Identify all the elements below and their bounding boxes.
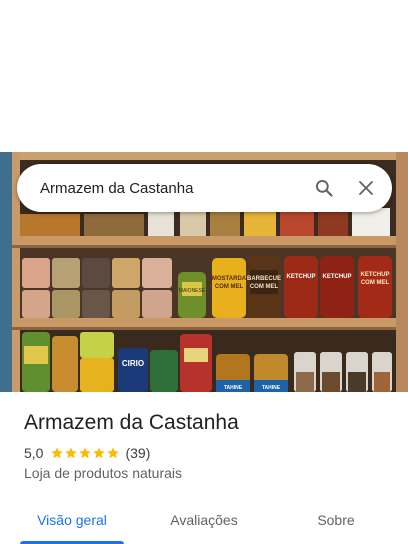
rating-value: 5,0 bbox=[24, 445, 44, 461]
search-bar bbox=[17, 164, 392, 212]
tab-overview[interactable]: Visão geral bbox=[20, 496, 124, 544]
star-icon bbox=[79, 447, 92, 459]
map-blank-area bbox=[0, 0, 408, 152]
svg-text:COM MEL: COM MEL bbox=[250, 284, 279, 290]
tab-about[interactable]: Sobre bbox=[284, 496, 388, 544]
clear-search-button[interactable] bbox=[346, 168, 386, 208]
search-icon bbox=[315, 179, 333, 197]
close-icon bbox=[359, 181, 373, 195]
tahine-label-2: TAHINE bbox=[262, 385, 281, 391]
star-icon bbox=[107, 447, 120, 459]
rating-row[interactable]: 5,0 (39) bbox=[24, 445, 150, 461]
place-tabs: Visão geral Avaliações Sobre bbox=[0, 496, 408, 544]
barbecue-label: BARBECUE bbox=[247, 276, 281, 282]
star-rating bbox=[50, 446, 120, 460]
search-button[interactable] bbox=[304, 168, 344, 208]
svg-text:COM MEL: COM MEL bbox=[361, 280, 390, 286]
search-input[interactable] bbox=[17, 164, 304, 212]
place-category[interactable]: Loja de produtos naturais bbox=[24, 465, 182, 481]
ketchup-mel-label: KETCHUP bbox=[360, 272, 389, 278]
star-icon bbox=[65, 447, 78, 459]
cirio-label: CIRIO bbox=[122, 359, 144, 368]
tahine-label-1: TAHINE bbox=[224, 385, 243, 391]
maionese-label: MAIONESE bbox=[179, 288, 206, 294]
tab-label: Sobre bbox=[317, 512, 355, 528]
mostarda-label: MOSTARDA bbox=[212, 276, 247, 282]
tab-label: Avaliações bbox=[170, 512, 238, 528]
ketchup-label-2: KETCHUP bbox=[322, 274, 351, 280]
tab-label: Visão geral bbox=[37, 512, 107, 528]
place-title: Armazem da Castanha bbox=[24, 411, 239, 434]
ketchup-label-1: KETCHUP bbox=[286, 274, 315, 280]
star-icon bbox=[51, 447, 64, 459]
place-info-panel: Armazem da Castanha 5,0 (39) Loja de pro… bbox=[0, 392, 408, 544]
tab-reviews[interactable]: Avaliações bbox=[152, 496, 256, 544]
svg-text:COM MEL: COM MEL bbox=[215, 284, 244, 290]
star-icon bbox=[93, 447, 106, 459]
review-count: (39) bbox=[125, 445, 151, 461]
